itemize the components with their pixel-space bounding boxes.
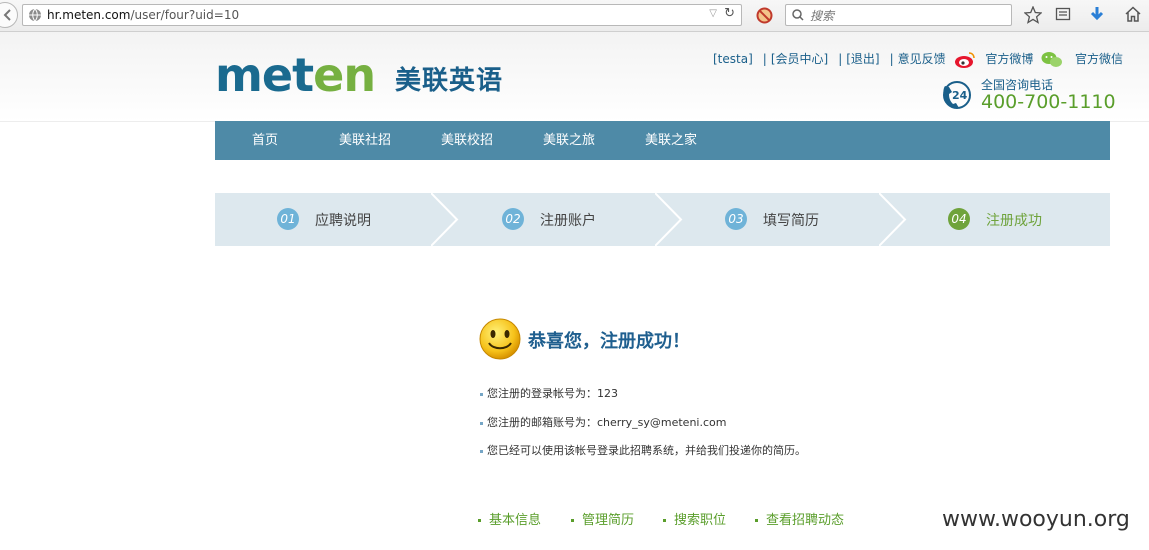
logo-english-part1: met: [215, 48, 314, 102]
manage-resume-link[interactable]: 管理简历: [571, 509, 634, 528]
weibo-icon[interactable]: [954, 51, 976, 69]
info-text: 您注册的邮箱账号为：cherry_sy@meteni.com: [487, 416, 727, 429]
wechat-icon[interactable]: [1041, 51, 1063, 69]
address-bar[interactable]: hr.meten.com/user/four?uid=10 ▽ ↻: [22, 4, 742, 26]
nav-item-home-family[interactable]: 美联之家: [645, 121, 697, 160]
member-center-link[interactable]: [会员中心]: [771, 52, 828, 66]
info-line-hint: 您已经可以使用该帐号登录此招聘系统，并给我们投递你的简历。: [480, 442, 806, 458]
logo-english-part2: en: [313, 48, 376, 102]
step-number: 04: [948, 208, 970, 230]
user-link[interactable]: [testa]: [713, 52, 753, 66]
logout-link[interactable]: [退出]: [846, 52, 879, 66]
bookmark-star-icon[interactable]: [1024, 6, 1042, 24]
bookmarks-list-icon[interactable]: [1055, 6, 1071, 22]
info-line-email: 您注册的邮箱账号为：cherry_sy@meteni.com: [480, 414, 726, 430]
hotline-badge: 24: [952, 89, 968, 102]
site-header: meten 美联英语 [testa] | [会员中心] | [退出] | 意见反馈 官方微博…: [0, 32, 1149, 122]
url-path: /user/four?uid=10: [130, 8, 240, 22]
weibo-link[interactable]: 官方微博: [985, 52, 1033, 66]
step-divider: [431, 193, 459, 246]
search-box[interactable]: [785, 4, 1012, 26]
step-label: 注册账户: [540, 213, 596, 229]
watermark: www.wooyun.org: [942, 507, 1130, 532]
url-text: hr.meten.com/user/four?uid=10: [47, 8, 239, 22]
nav-item-campus-recruit[interactable]: 美联校招: [441, 121, 493, 160]
bullet-icon: [480, 392, 483, 396]
main-nav: 首页 美联社招 美联校招 美联之旅 美联之家: [215, 121, 1110, 160]
logo-chinese: 美联英语: [395, 66, 504, 96]
info-line-login: 您注册的登录帐号为：123: [480, 385, 618, 401]
top-links: [testa] | [会员中心] | [退出] | 意见反馈 官方微博 官方微信: [713, 50, 1127, 69]
search-icon: [792, 9, 804, 21]
step-number: 01: [277, 208, 299, 230]
blocked-addon-icon[interactable]: [756, 7, 773, 24]
hotline: 24 全国咨询电话 400-700-1110: [940, 78, 1116, 115]
recruit-news-link[interactable]: 查看招聘动态: [755, 509, 844, 528]
search-jobs-link[interactable]: 搜索职位: [663, 509, 726, 528]
hotline-number: 400-700-1110: [981, 91, 1116, 113]
bullet-icon: [480, 449, 483, 453]
phone-24h-icon: 24: [943, 81, 971, 109]
registration-steps: 01 应聘说明 02 注册账户 03 填写简历 04 注册成功: [215, 193, 1110, 246]
step-label: 应聘说明: [315, 213, 371, 229]
info-text: 您已经可以使用该帐号登录此招聘系统，并给我们投递你的简历。: [487, 444, 806, 457]
back-button[interactable]: [0, 2, 18, 28]
feedback-link[interactable]: 意见反馈: [898, 52, 946, 66]
basic-info-link[interactable]: 基本信息: [478, 509, 541, 528]
home-icon[interactable]: [1125, 6, 1141, 22]
meten-logo[interactable]: meten 美联英语: [215, 52, 502, 98]
back-arrow-icon: [3, 9, 11, 21]
step-divider: [879, 193, 907, 246]
url-host: hr.meten.com: [47, 8, 131, 22]
info-text: 您注册的登录帐号为：123: [487, 387, 618, 400]
globe-icon: [29, 8, 41, 22]
step-label: 填写简历: [763, 213, 819, 229]
download-icon[interactable]: [1089, 6, 1105, 24]
step-label: 注册成功: [986, 213, 1042, 229]
success-title: 恭喜您，注册成功！: [528, 331, 690, 352]
search-input[interactable]: [808, 7, 1010, 25]
step-divider: [655, 193, 683, 246]
browser-toolbar: hr.meten.com/user/four?uid=10 ▽ ↻: [0, 0, 1149, 32]
nav-item-social-recruit[interactable]: 美联社招: [339, 121, 391, 160]
nav-item-home[interactable]: 首页: [252, 121, 278, 160]
reload-icon[interactable]: ↻: [724, 6, 735, 21]
nav-item-journey[interactable]: 美联之旅: [543, 121, 595, 160]
step-number: 02: [502, 208, 524, 230]
step-number: 03: [725, 208, 747, 230]
logo-english: meten: [215, 48, 376, 102]
wechat-link[interactable]: 官方微信: [1075, 52, 1123, 66]
smiley-icon: [479, 318, 521, 360]
url-dropdown-icon[interactable]: ▽: [709, 8, 717, 19]
bullet-icon: [480, 421, 483, 425]
